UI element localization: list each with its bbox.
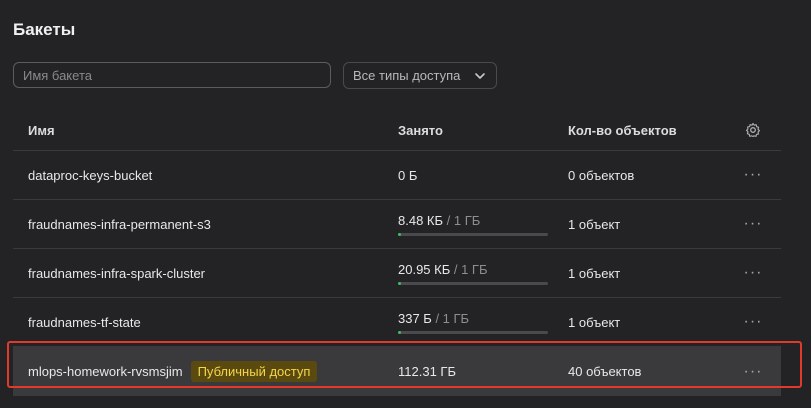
usage-progress-fill — [398, 232, 401, 236]
gear-icon — [745, 122, 761, 138]
table-header: Имя Занято Кол-во объектов — [13, 110, 781, 151]
usage-progress-bar — [398, 330, 548, 334]
row-actions-button[interactable]: ··· — [741, 347, 765, 396]
more-horizontal-icon: ··· — [743, 362, 763, 380]
row-actions-button[interactable]: ··· — [741, 249, 765, 297]
bucket-name-search-input[interactable] — [14, 63, 330, 87]
bucket-size: 8.48 КБ / 1 ГБ — [398, 200, 548, 248]
object-count: 1 объект — [568, 314, 621, 330]
bucket-name[interactable]: fraudnames-infra-spark-cluster — [28, 249, 205, 297]
more-horizontal-icon: ··· — [743, 264, 763, 281]
size-used: 8.48 КБ — [398, 212, 444, 228]
bucket-size: 112.31 ГБ — [398, 347, 456, 396]
table-row[interactable]: fraudnames-infra-spark-cluster 20.95 КБ … — [13, 249, 781, 298]
object-count: 40 объектов — [568, 364, 642, 379]
bucket-size: 0 Б — [398, 151, 417, 199]
usage-progress-bar — [398, 232, 548, 236]
object-count: 0 объектов — [568, 167, 635, 183]
row-actions-button[interactable]: ··· — [741, 200, 765, 248]
table-row-selected[interactable]: mlops-homework-rvsmsjim Публичный доступ… — [13, 347, 781, 396]
row-actions-button[interactable]: ··· — [741, 298, 765, 346]
table-row[interactable]: fraudnames-infra-permanent-s3 8.48 КБ / … — [13, 200, 781, 249]
bucket-size: 20.95 КБ / 1 ГБ — [398, 249, 548, 297]
size-limit: / 1 ГБ — [431, 310, 470, 326]
more-horizontal-icon: ··· — [743, 313, 763, 330]
access-type-select[interactable]: Все типы доступа — [343, 62, 497, 89]
usage-progress-fill — [398, 281, 401, 285]
table-settings-button[interactable] — [741, 110, 765, 150]
size-used: 20.95 КБ — [398, 261, 451, 277]
buckets-table: Имя Занято Кол-во объектов dataproc-keys… — [13, 110, 781, 396]
object-count: 1 объект — [568, 216, 621, 232]
table-row[interactable]: fraudnames-tf-state 337 Б / 1 ГБ 1 объек… — [13, 298, 781, 347]
bucket-name-cell: mlops-homework-rvsmsjim Публичный доступ — [28, 347, 318, 396]
bucket-name[interactable]: fraudnames-infra-permanent-s3 — [28, 200, 211, 248]
more-horizontal-icon: ··· — [743, 215, 763, 232]
table-row[interactable]: dataproc-keys-bucket 0 Б 0 объектов ··· — [13, 151, 781, 200]
buckets-page: Бакеты Все типы доступа Имя Занято Кол-в… — [0, 0, 811, 408]
column-header-name[interactable]: Имя — [28, 110, 55, 150]
bucket-name[interactable]: dataproc-keys-bucket — [28, 151, 152, 199]
bucket-size: 337 Б / 1 ГБ — [398, 298, 548, 346]
chevron-down-icon — [475, 72, 485, 79]
size-used: 112.31 ГБ — [398, 364, 456, 379]
column-header-count[interactable]: Кол-во объектов — [568, 110, 677, 150]
public-access-badge: Публичный доступ — [190, 361, 318, 382]
row-actions-button[interactable]: ··· — [741, 151, 765, 199]
size-limit: / 1 ГБ — [450, 261, 488, 277]
object-count: 1 объект — [568, 265, 621, 281]
page-title: Бакеты — [13, 20, 76, 39]
bucket-name[interactable]: mlops-homework-rvsmsjim — [28, 364, 183, 379]
bucket-name[interactable]: fraudnames-tf-state — [28, 298, 141, 346]
usage-progress-fill — [398, 330, 401, 334]
size-used: 0 Б — [398, 167, 418, 183]
search-field[interactable] — [13, 62, 331, 88]
size-used: 337 Б — [398, 310, 432, 326]
column-header-size[interactable]: Занято — [398, 110, 443, 150]
access-type-selected-value: Все типы доступа — [353, 68, 461, 83]
usage-progress-bar — [398, 281, 548, 285]
column-header-size-label: Занято — [398, 122, 443, 138]
more-horizontal-icon: ··· — [743, 166, 763, 183]
size-limit: / 1 ГБ — [443, 212, 481, 228]
